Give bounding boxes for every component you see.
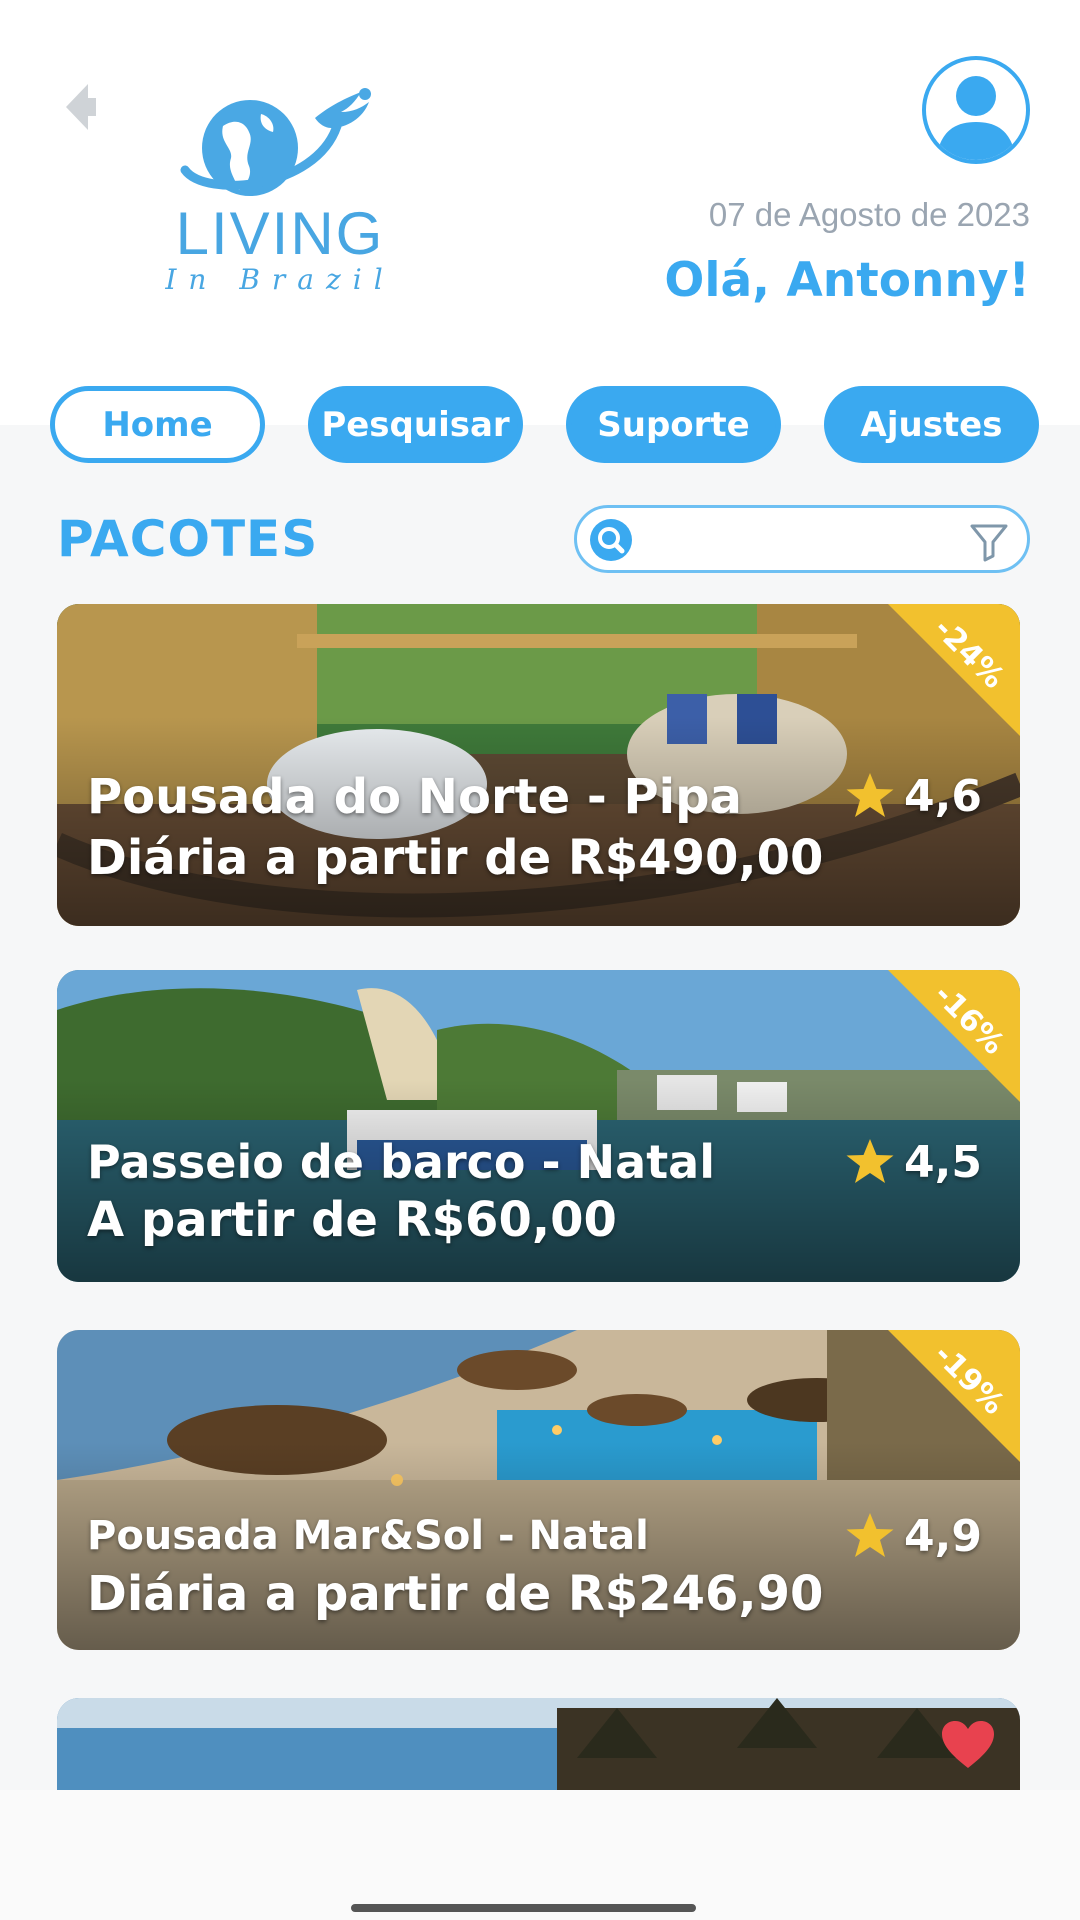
- card-price: A partir de R$60,00: [87, 1192, 617, 1248]
- tab-home[interactable]: Home: [50, 386, 265, 463]
- living-in-brazil-logo: LIVING In Brazil: [165, 78, 395, 303]
- package-card[interactable]: -16% Passeio de barco - Natal A partir d…: [57, 970, 1020, 1282]
- current-date: 07 de Agosto de 2023: [708, 196, 1030, 233]
- rating-value: 4,5: [904, 1136, 982, 1188]
- card-title: Pousada Mar&Sol - Natal: [87, 1513, 649, 1559]
- search-input[interactable]: [643, 514, 943, 566]
- rating: 4,6: [844, 770, 982, 822]
- rating-value: 4,6: [904, 770, 982, 822]
- app-header: LIVING In Brazil 07 de Agosto de 2023 Ol…: [0, 0, 1080, 425]
- star-icon: [846, 773, 894, 817]
- user-icon: [936, 76, 1016, 160]
- discount-ribbon: -16%: [888, 970, 1020, 1102]
- home-indicator[interactable]: [351, 1904, 696, 1912]
- tab-pesquisar[interactable]: Pesquisar: [308, 386, 523, 463]
- filter-icon[interactable]: [969, 522, 1009, 562]
- rating: 4,9: [844, 1510, 982, 1562]
- card-title: Pousada do Norte - Pipa: [87, 769, 742, 825]
- card-price: Diária a partir de R$490,00: [87, 830, 824, 886]
- tab-ajustes[interactable]: Ajustes: [824, 386, 1039, 463]
- globe-bird-logo: [180, 88, 371, 196]
- back-arrow-icon[interactable]: [58, 80, 102, 134]
- star-icon: [846, 1139, 894, 1183]
- logo-tagline: In Brazil: [165, 263, 395, 296]
- card-price: Diária a partir de R$246,90: [87, 1566, 824, 1622]
- rating-value: 4,9: [904, 1510, 982, 1562]
- card-title: Passeio de barco - Natal: [87, 1135, 715, 1189]
- heart-icon[interactable]: [940, 1720, 996, 1770]
- rating: 4,5: [844, 1136, 982, 1188]
- search-icon[interactable]: [589, 518, 633, 562]
- user-greeting: Olá, Antonny!: [664, 253, 1030, 308]
- star-icon: [846, 1513, 894, 1557]
- main-nav: Home Pesquisar Suporte Ajustes: [0, 386, 1080, 466]
- section-title: PACOTES: [57, 510, 319, 568]
- discount-ribbon: -19%: [888, 1330, 1020, 1462]
- profile-avatar[interactable]: [922, 56, 1030, 164]
- discount-ribbon: -24%: [888, 604, 1020, 736]
- package-card[interactable]: -24% Pousada do Norte - Pipa Diária a pa…: [57, 604, 1020, 926]
- bottom-bar: [0, 1790, 1080, 1920]
- package-card[interactable]: -19% Pousada Mar&Sol - Natal Diária a pa…: [57, 1330, 1020, 1650]
- tab-suporte[interactable]: Suporte: [566, 386, 781, 463]
- logo-wordmark: LIVING: [175, 200, 385, 267]
- search-bar: [574, 505, 1030, 573]
